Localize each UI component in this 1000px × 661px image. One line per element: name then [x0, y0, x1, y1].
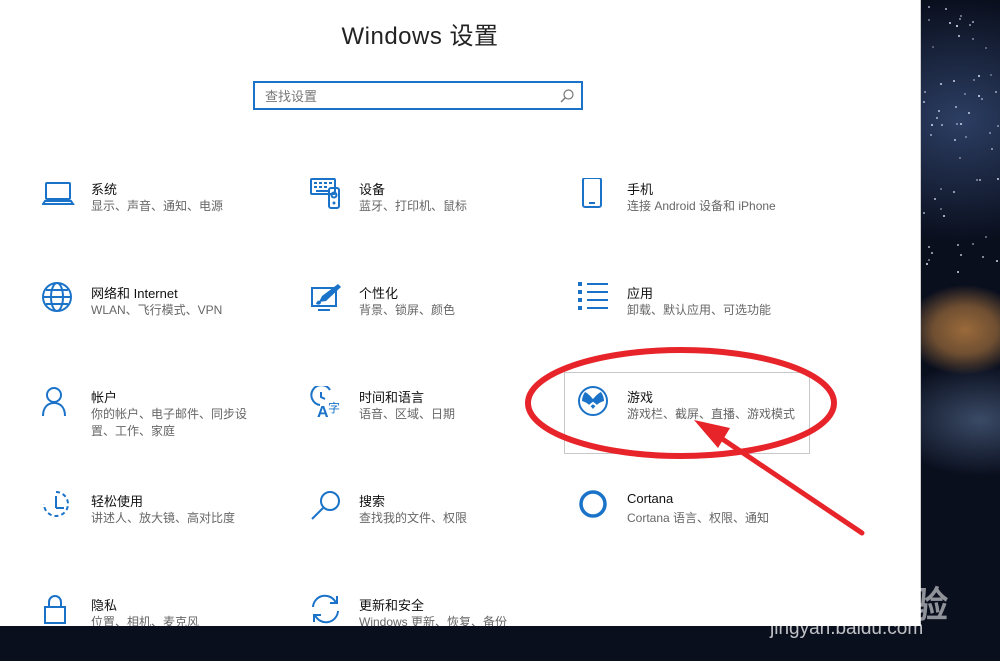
tile-phone[interactable]: 手机 连接 Android 设备和 iPhone	[578, 178, 828, 238]
star	[923, 90, 926, 93]
personalization-icon	[311, 284, 341, 311]
search-icon[interactable]	[559, 88, 575, 104]
tile-title: 隐私	[91, 598, 118, 613]
svg-text:字: 字	[328, 400, 340, 415]
tile-title: 游戏	[627, 390, 654, 405]
tile-update-security[interactable]: 更新和安全 Windows 更新、恢复、备份	[310, 594, 560, 626]
tile-description: 背景、锁屏、颜色	[359, 303, 456, 317]
cortana-icon	[579, 490, 607, 518]
star	[995, 259, 998, 262]
star	[933, 197, 936, 200]
star	[922, 100, 925, 103]
time-language-icon: A 字	[310, 386, 340, 420]
tile-title: 轻松使用	[91, 494, 144, 509]
tile-devices[interactable]: 设备 蓝牙、打印机、鼠标	[310, 178, 560, 238]
laptop-icon	[42, 182, 75, 205]
tile-description: 语音、区域、日期	[359, 407, 456, 421]
tile-description: 游戏栏、截屏、直播、游戏模式	[627, 407, 796, 421]
star	[959, 253, 962, 256]
tile-privacy[interactable]: 隐私 位置、相机、麦克风	[42, 594, 292, 626]
tile-personalization[interactable]: 个性化 背景、锁屏、颜色	[310, 282, 560, 342]
lock-icon	[44, 595, 66, 624]
tile-accounts[interactable]: 帐户 你的帐户、电子邮件、同步设置、工作、家庭	[42, 386, 292, 446]
star	[963, 92, 966, 95]
tile-ease-of-access[interactable]: 轻松使用 讲述人、放大镜、高对比度	[42, 490, 292, 550]
star	[922, 211, 925, 214]
tile-title: 更新和安全	[359, 598, 425, 613]
star	[925, 262, 928, 265]
watermark-url: jingyan.baidu.com	[770, 618, 924, 639]
tile-title: 手机	[627, 182, 654, 197]
star	[931, 251, 934, 254]
tile-title: 时间和语言	[359, 390, 425, 405]
search-box[interactable]	[253, 81, 583, 110]
star	[973, 78, 976, 81]
globe-icon	[42, 282, 72, 312]
tile-description: 查找我的文件、权限	[359, 511, 468, 525]
tile-apps[interactable]: 应用 卸载、默认应用、可选功能	[578, 282, 828, 342]
tile-cortana[interactable]: Cortana Cortana 语言、权限、通知	[578, 490, 828, 550]
star	[939, 188, 942, 191]
person-icon	[42, 387, 66, 417]
xbox-icon	[578, 386, 608, 416]
tile-description: 连接 Android 设备和 iPhone	[627, 199, 776, 213]
star	[955, 25, 958, 28]
star	[996, 124, 999, 127]
update-icon	[312, 594, 339, 624]
tile-title: 设备	[359, 182, 386, 197]
ease-of-access-icon	[43, 491, 69, 517]
search-icon	[311, 491, 340, 520]
tile-system[interactable]: 系统 显示、声音、通知、电源	[42, 178, 292, 238]
star	[957, 35, 960, 38]
star	[978, 74, 981, 77]
star	[939, 208, 942, 211]
star	[981, 256, 984, 259]
star	[940, 124, 943, 127]
star	[978, 94, 981, 97]
tile-search[interactable]: 搜索 查找我的文件、权限	[310, 490, 560, 550]
tile-description: 位置、相机、麦克风	[91, 615, 200, 626]
tile-title: 应用	[627, 286, 654, 301]
apps-list-icon	[578, 282, 608, 310]
tile-title: 帐户	[91, 390, 118, 405]
tile-description: 显示、声音、通知、电源	[91, 199, 224, 213]
tile-gaming[interactable]: 游戏 游戏栏、截屏、直播、游戏模式	[578, 386, 828, 446]
star	[990, 147, 993, 150]
star	[994, 90, 997, 93]
phone-icon	[582, 178, 602, 208]
star	[956, 270, 959, 273]
tile-description: Windows 更新、恢复、备份	[359, 615, 508, 626]
tile-title: 搜索	[359, 494, 386, 509]
tile-description: 你的帐户、电子邮件、同步设置、工作、家庭	[91, 407, 248, 438]
tile-title: 系统	[91, 182, 118, 197]
star	[939, 82, 942, 85]
star	[971, 38, 974, 41]
settings-window: Windows 设置 系统 显示、声音、通知、电源 设备 蓝牙、打	[0, 0, 921, 626]
tile-description: WLAN、飞行模式、VPN	[91, 303, 223, 317]
star	[953, 79, 956, 82]
tile-title: 个性化	[359, 286, 399, 301]
tile-description: 蓝牙、打印机、鼠标	[359, 199, 468, 213]
star	[959, 122, 962, 125]
star	[956, 244, 959, 247]
tile-description: Cortana 语言、权限、通知	[627, 511, 770, 525]
tile-time-language[interactable]: A 字 时间和语言 语音、区域、日期	[310, 386, 560, 446]
devices-icon	[310, 178, 340, 209]
tile-title: 网络和 Internet	[91, 286, 178, 301]
star	[959, 14, 962, 17]
tile-title: Cortana	[627, 491, 674, 506]
search-input[interactable]	[263, 83, 557, 110]
tile-description: 卸载、默认应用、可选功能	[627, 303, 772, 317]
page-title: Windows 设置	[341, 23, 499, 50]
tile-description: 讲述人、放大镜、高对比度	[91, 511, 236, 525]
star	[942, 214, 945, 217]
tile-network[interactable]: 网络和 Internet WLAN、飞行模式、VPN	[42, 282, 292, 342]
